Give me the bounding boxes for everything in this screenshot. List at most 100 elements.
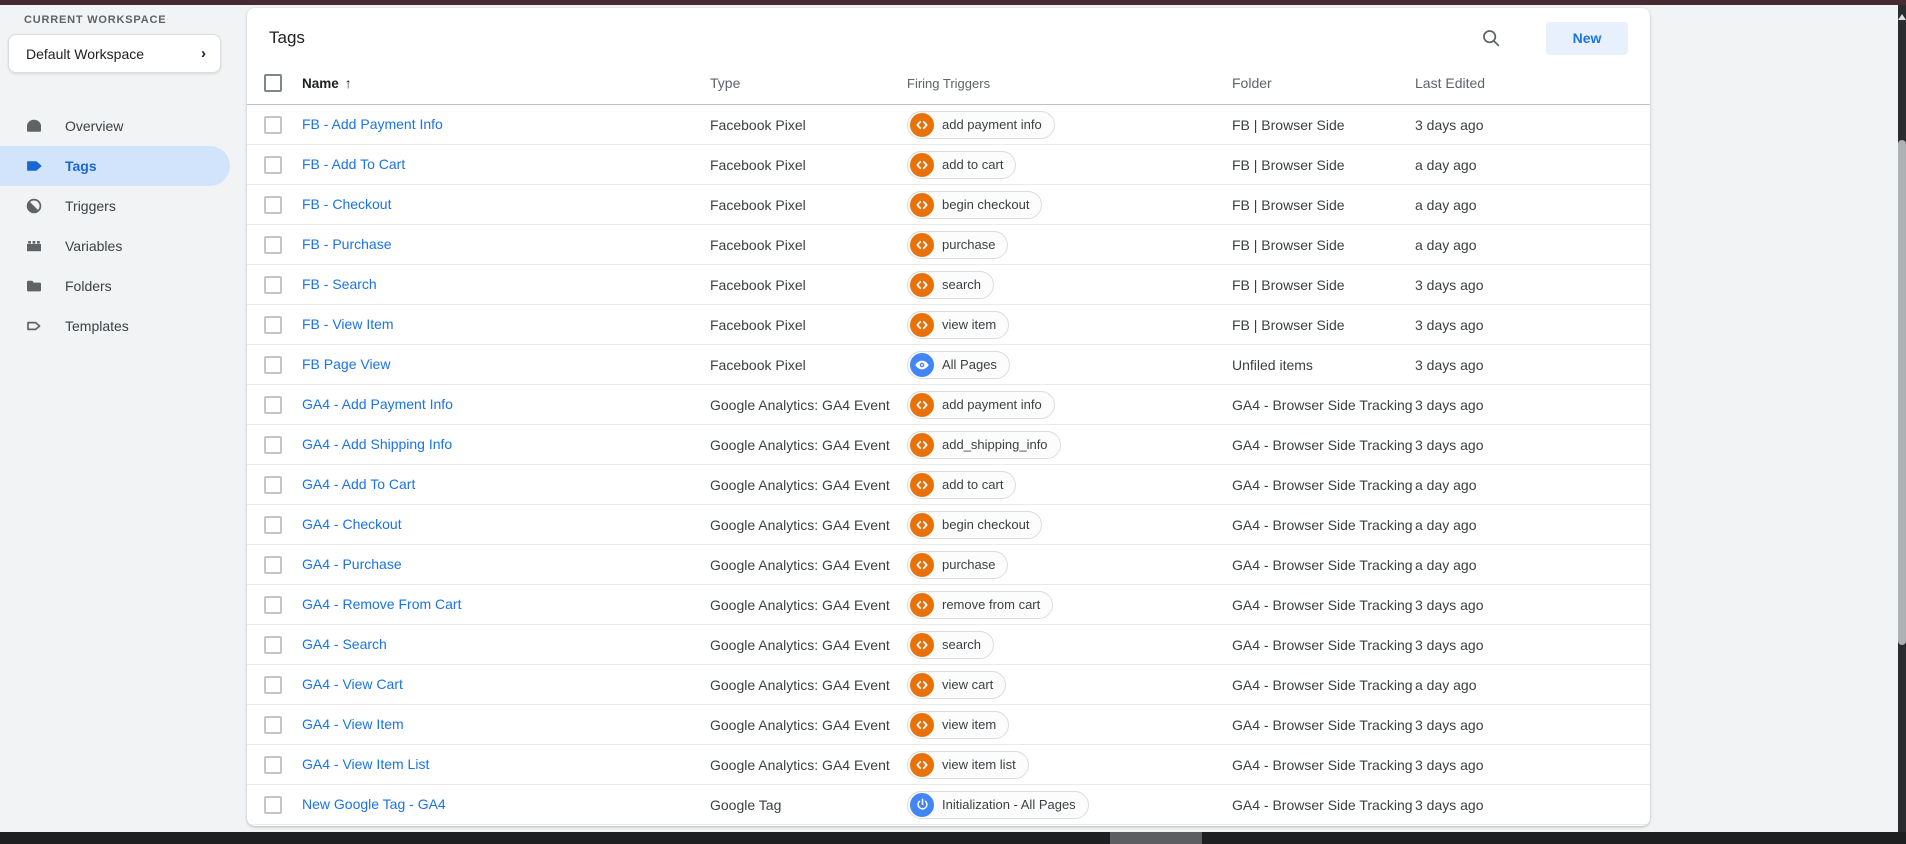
row-checkbox[interactable]: [264, 476, 282, 494]
trigger-badge[interactable]: purchase: [907, 551, 1008, 579]
code-icon: [910, 393, 934, 417]
trigger-badge-label: Initialization - All Pages: [942, 797, 1076, 812]
sidebar-item-tags[interactable]: Tags: [0, 146, 230, 186]
row-checkbox[interactable]: [264, 196, 282, 214]
trigger-badge[interactable]: purchase: [907, 231, 1008, 259]
trigger-badge[interactable]: search: [907, 631, 994, 659]
tag-name-link[interactable]: New Google Tag - GA4: [302, 796, 446, 812]
trigger-badge[interactable]: add payment info: [907, 111, 1055, 139]
row-checkbox[interactable]: [264, 596, 282, 614]
tag-folder: GA4 - Browser Side Tracking: [1232, 797, 1415, 813]
sidebar-item-folders[interactable]: Folders: [0, 266, 230, 306]
tag-type: Google Analytics: GA4 Event: [710, 557, 907, 573]
tag-name-link[interactable]: FB Page View: [302, 356, 390, 372]
trigger-badge[interactable]: view item: [907, 311, 1009, 339]
trigger-badge[interactable]: begin checkout: [907, 191, 1042, 219]
tag-name-link[interactable]: FB - Purchase: [302, 236, 391, 252]
tag-name-link[interactable]: FB - Add To Cart: [302, 156, 405, 172]
row-checkbox[interactable]: [264, 796, 282, 814]
horizontal-scrollbar-thumb[interactable]: [1110, 832, 1202, 844]
tag-name-link[interactable]: FB - View Item: [302, 316, 394, 332]
tag-name-link[interactable]: GA4 - Remove From Cart: [302, 596, 461, 612]
row-checkbox[interactable]: [264, 356, 282, 374]
row-checkbox[interactable]: [264, 436, 282, 454]
tag-name-link[interactable]: GA4 - Checkout: [302, 516, 402, 532]
row-checkbox[interactable]: [264, 636, 282, 654]
column-header-name[interactable]: Name↑: [302, 75, 710, 91]
scroll-up-icon[interactable]: [1898, 14, 1906, 20]
tag-folder: GA4 - Browser Side Tracking: [1232, 677, 1415, 693]
row-checkbox[interactable]: [264, 396, 282, 414]
row-checkbox[interactable]: [264, 236, 282, 254]
horizontal-scrollbar[interactable]: [0, 832, 1906, 844]
vertical-scrollbar[interactable]: [1898, 5, 1906, 832]
trigger-badge[interactable]: begin checkout: [907, 511, 1042, 539]
table-row: FB - Add To Cart Facebook Pixel add to c…: [247, 145, 1650, 185]
tag-name-link[interactable]: GA4 - Add To Cart: [302, 476, 415, 492]
code-icon: [910, 633, 934, 657]
row-checkbox[interactable]: [264, 556, 282, 574]
trigger-badge-label: add to cart: [942, 157, 1003, 172]
column-header-type[interactable]: Type: [710, 75, 907, 91]
tag-name-link[interactable]: GA4 - Add Payment Info: [302, 396, 453, 412]
table-row: GA4 - Checkout Google Analytics: GA4 Eve…: [247, 505, 1650, 545]
workspace-selector[interactable]: Default Workspace ›: [8, 34, 221, 73]
table-row: FB - Checkout Facebook Pixel begin check…: [247, 185, 1650, 225]
vertical-scrollbar-thumb[interactable]: [1898, 140, 1906, 645]
column-header-firing-triggers[interactable]: Firing Triggers: [907, 76, 1232, 91]
search-icon[interactable]: [1474, 21, 1508, 55]
column-header-last-edited[interactable]: Last Edited: [1415, 75, 1650, 91]
row-checkbox[interactable]: [264, 716, 282, 734]
trigger-badge[interactable]: Initialization - All Pages: [907, 791, 1089, 819]
trigger-badge[interactable]: view item: [907, 711, 1009, 739]
sidebar-item-variables[interactable]: Variables: [0, 226, 230, 266]
tag-name-link[interactable]: GA4 - View Cart: [302, 676, 403, 692]
column-header-folder[interactable]: Folder: [1232, 75, 1415, 91]
new-tag-button[interactable]: New: [1546, 22, 1628, 55]
trigger-badge-label: add to cart: [942, 477, 1003, 492]
sidebar-item-overview[interactable]: Overview: [0, 106, 230, 146]
trigger-badge[interactable]: add payment info: [907, 391, 1055, 419]
tag-last-edited: a day ago: [1415, 677, 1650, 693]
tag-name-link[interactable]: GA4 - View Item: [302, 716, 404, 732]
tag-name-link[interactable]: GA4 - Purchase: [302, 556, 402, 572]
trigger-badge-label: view cart: [942, 677, 993, 692]
tag-type: Facebook Pixel: [710, 157, 907, 173]
sidebar-item-templates[interactable]: Templates: [0, 306, 230, 346]
variables-icon: [25, 237, 43, 255]
select-all-checkbox[interactable]: [264, 74, 282, 92]
tag-name-link[interactable]: FB - Add Payment Info: [302, 116, 443, 132]
tag-name-link[interactable]: GA4 - View Item List: [302, 756, 429, 772]
row-checkbox[interactable]: [264, 276, 282, 294]
tag-type: Facebook Pixel: [710, 277, 907, 293]
trigger-badge[interactable]: add to cart: [907, 151, 1016, 179]
trigger-badge[interactable]: add to cart: [907, 471, 1016, 499]
sidebar-item-label: Variables: [65, 238, 122, 254]
table-row: GA4 - View Cart Google Analytics: GA4 Ev…: [247, 665, 1650, 705]
trigger-badge[interactable]: All Pages: [907, 351, 1010, 379]
row-checkbox[interactable]: [264, 156, 282, 174]
row-checkbox[interactable]: [264, 516, 282, 534]
trigger-badge[interactable]: view item list: [907, 751, 1029, 779]
trigger-badge[interactable]: view cart: [907, 671, 1006, 699]
code-icon: [910, 433, 934, 457]
row-checkbox[interactable]: [264, 756, 282, 774]
panel-header: Tags New: [247, 8, 1650, 62]
row-checkbox[interactable]: [264, 676, 282, 694]
table-header-row: Name↑ Type Firing Triggers Folder Last E…: [247, 62, 1650, 105]
tag-type: Google Analytics: GA4 Event: [710, 637, 907, 653]
trigger-badge[interactable]: remove from cart: [907, 591, 1053, 619]
tag-name-link[interactable]: GA4 - Add Shipping Info: [302, 436, 452, 452]
row-checkbox[interactable]: [264, 316, 282, 334]
row-checkbox[interactable]: [264, 116, 282, 134]
table-row: GA4 - Add Payment Info Google Analytics:…: [247, 385, 1650, 425]
code-icon: [910, 233, 934, 257]
tag-name-link[interactable]: FB - Checkout: [302, 196, 391, 212]
tag-folder: GA4 - Browser Side Tracking: [1232, 597, 1415, 613]
tag-name-link[interactable]: FB - Search: [302, 276, 377, 292]
tag-name-link[interactable]: GA4 - Search: [302, 636, 387, 652]
sidebar-item-triggers[interactable]: Triggers: [0, 186, 230, 226]
trigger-badge[interactable]: add_shipping_info: [907, 431, 1061, 459]
overview-icon: [25, 117, 43, 135]
trigger-badge[interactable]: search: [907, 271, 994, 299]
